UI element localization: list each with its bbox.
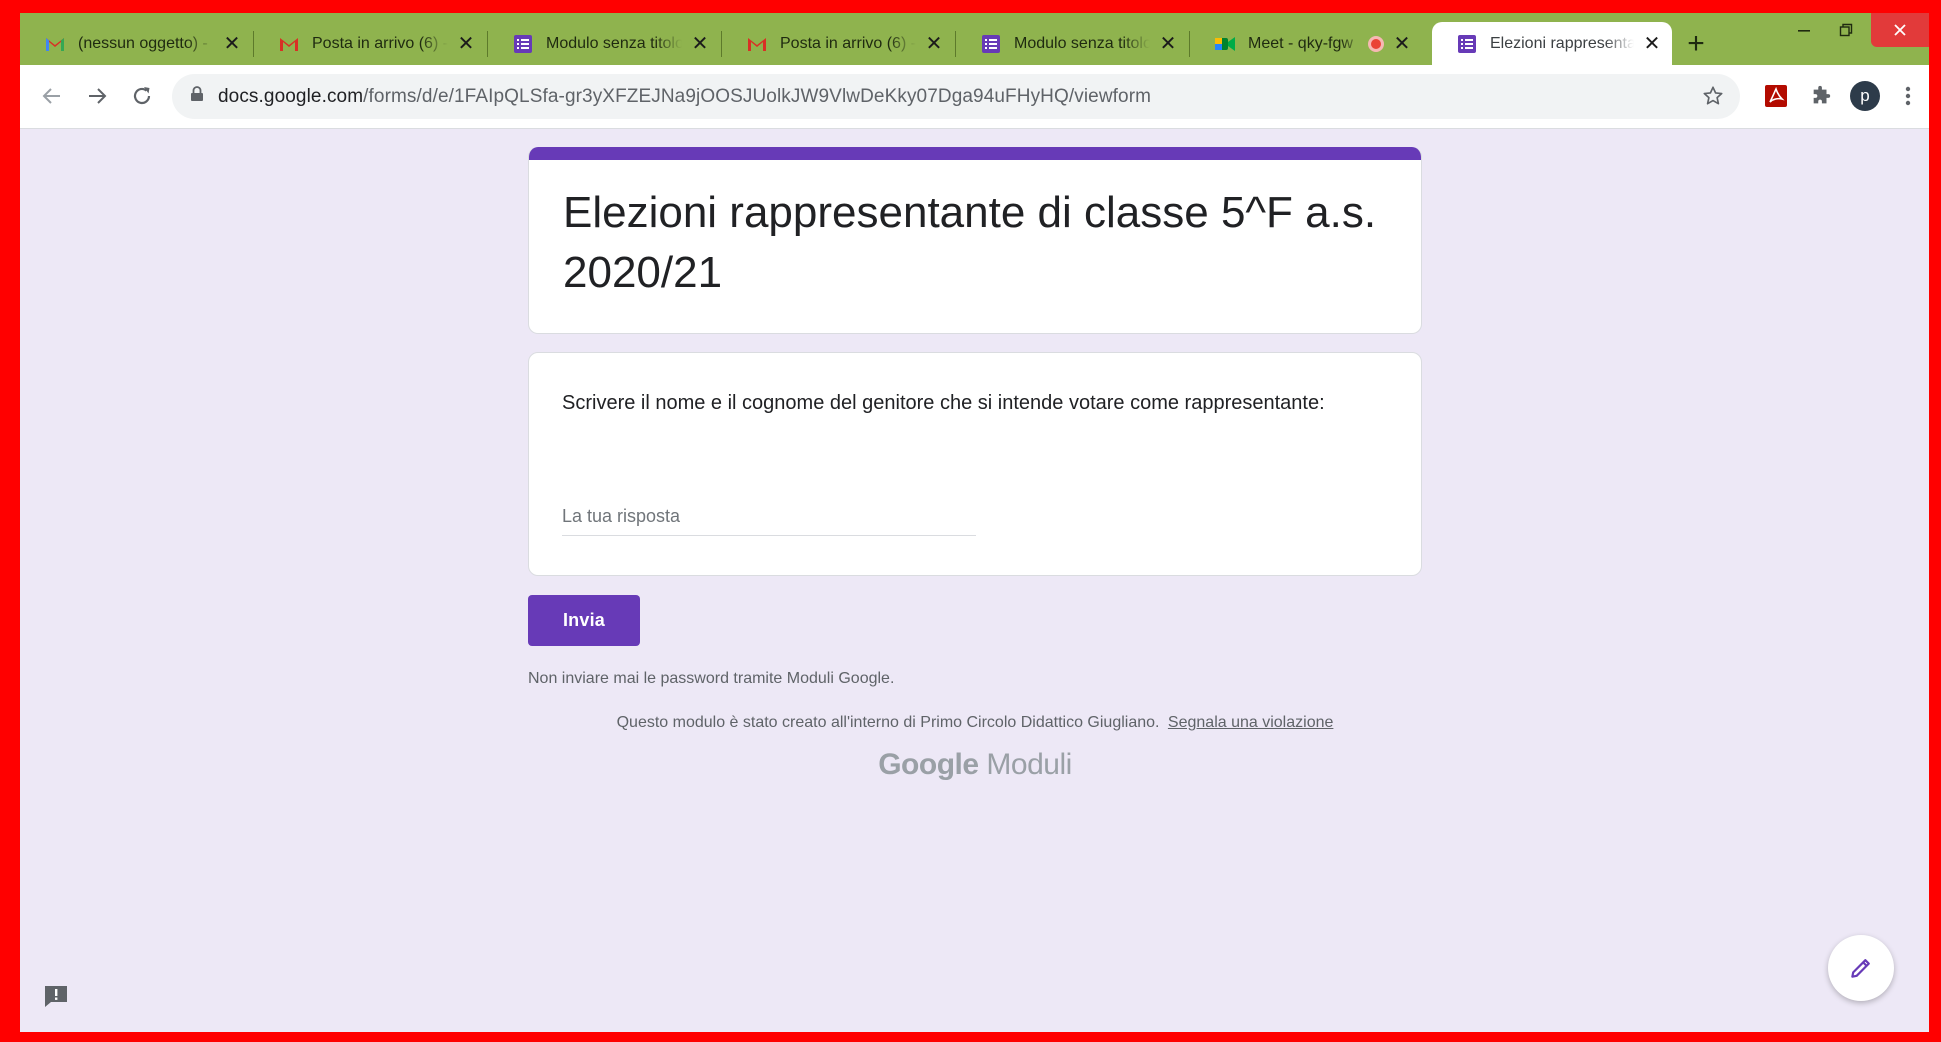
url-host: docs.google.com (218, 85, 364, 107)
report-abuse-link[interactable]: Segnala una violazione (1168, 714, 1333, 731)
tab-forms-2[interactable]: Modulo senza titolo ✕ (956, 22, 1188, 65)
gmail-icon (746, 33, 768, 55)
brand-product: Moduli (986, 748, 1072, 781)
form-title: Elezioni rappresentante di classe 5^F a.… (563, 188, 1377, 297)
tab-gmail-3[interactable]: Posta in arrivo (6) - ✕ (722, 22, 954, 65)
tab-forms-1[interactable]: Modulo senza titolo ✕ (488, 22, 720, 65)
tab-strip: (nessun oggetto) - ✕ Posta in arrivo (6)… (20, 13, 1929, 65)
forms-icon (512, 33, 534, 55)
acrobat-extension-icon[interactable] (1761, 81, 1791, 111)
feedback-icon (45, 986, 67, 1007)
url-path: /forms/d/e/1FAIpQLSfa-gr3yXFZEJNa9jOOSJU… (363, 85, 1152, 107)
reload-button[interactable] (125, 79, 159, 113)
tab-title: Meet - qky-fgw (1248, 34, 1353, 52)
address-bar[interactable]: docs.google.com/forms/d/e/1FAIpQLSfa-gr3… (172, 74, 1740, 119)
gmail-icon (278, 33, 300, 55)
password-warning: Non inviare mai le password tramite Modu… (528, 670, 895, 687)
close-tab-icon[interactable]: ✕ (456, 34, 476, 54)
form-accent-bar (529, 147, 1421, 160)
forms-icon (1456, 33, 1478, 55)
footer-text: Questo modulo è stato creato all'interno… (616, 714, 1160, 731)
lock-icon[interactable] (190, 86, 204, 107)
close-tab-icon[interactable]: ✕ (1158, 34, 1178, 54)
form-title-card: Elezioni rappresentante di classe 5^F a.… (528, 147, 1422, 334)
close-tab-icon[interactable]: ✕ (1392, 34, 1412, 54)
question-card: Scrivere il nome e il cognome del genito… (528, 352, 1422, 576)
footer-note: Questo modulo è stato creato all'interno… (528, 714, 1422, 732)
menu-kebab-icon[interactable] (1893, 81, 1923, 111)
answer-input[interactable] (562, 498, 976, 536)
profile-button[interactable]: p (1850, 81, 1880, 111)
google-forms-logo[interactable]: Google Moduli (528, 748, 1422, 782)
tab-title: Posta in arrivo (6) - (780, 34, 916, 52)
reload-icon (133, 87, 151, 105)
gmail-icon (44, 33, 66, 55)
tab-title: Posta in arrivo (6) - (312, 34, 448, 52)
tab-gmail-1[interactable]: (nessun oggetto) - ✕ (20, 22, 252, 65)
back-button[interactable] (35, 79, 69, 113)
recording-indicator-icon (1368, 35, 1384, 52)
meet-icon (1214, 33, 1236, 55)
tab-title: Modulo senza titolo (1014, 34, 1150, 52)
pencil-icon (1851, 959, 1870, 978)
bookmark-star-icon[interactable] (1702, 85, 1724, 112)
browser-window: (nessun oggetto) - ✕ Posta in arrivo (6)… (20, 13, 1929, 1032)
back-arrow-icon (42, 88, 60, 104)
url-text: docs.google.com/forms/d/e/1FAIpQLSfa-gr3… (218, 86, 1151, 108)
extensions-puzzle-icon[interactable] (1806, 81, 1836, 111)
tab-title: Modulo senza titolo (546, 34, 682, 52)
forward-button[interactable] (80, 79, 114, 113)
browser-toolbar: docs.google.com/forms/d/e/1FAIpQLSfa-gr3… (20, 65, 1929, 129)
close-window-button[interactable] (1871, 13, 1929, 47)
avatar: p (1850, 81, 1880, 111)
feedback-button[interactable] (40, 980, 72, 1012)
tab-title: (nessun oggetto) - (78, 34, 208, 52)
tab-title: Elezioni rappresentante (1490, 34, 1634, 52)
question-text: Scrivere il nome e il cognome del genito… (562, 392, 1325, 414)
close-tab-icon[interactable]: ✕ (1642, 34, 1662, 54)
tab-gmail-2[interactable]: Posta in arrivo (6) - ✕ (254, 22, 486, 65)
forms-icon (980, 33, 1002, 55)
tab-meet[interactable]: Meet - qky-fgw ✕ (1190, 22, 1422, 65)
form-page: Elezioni rappresentante di classe 5^F a.… (20, 130, 1929, 1032)
close-tab-icon[interactable]: ✕ (222, 34, 242, 54)
edit-form-button[interactable] (1828, 935, 1894, 1001)
submit-button[interactable]: Invia (528, 595, 640, 646)
tab-forms-active[interactable]: Elezioni rappresentante ✕ (1432, 22, 1672, 65)
restore-button[interactable] (1820, 13, 1872, 47)
close-tab-icon[interactable]: ✕ (690, 34, 710, 54)
close-tab-icon[interactable]: ✕ (924, 34, 944, 54)
new-tab-button[interactable]: + (1680, 29, 1712, 61)
brand-google: Google (878, 748, 979, 781)
forward-arrow-icon (89, 88, 107, 104)
